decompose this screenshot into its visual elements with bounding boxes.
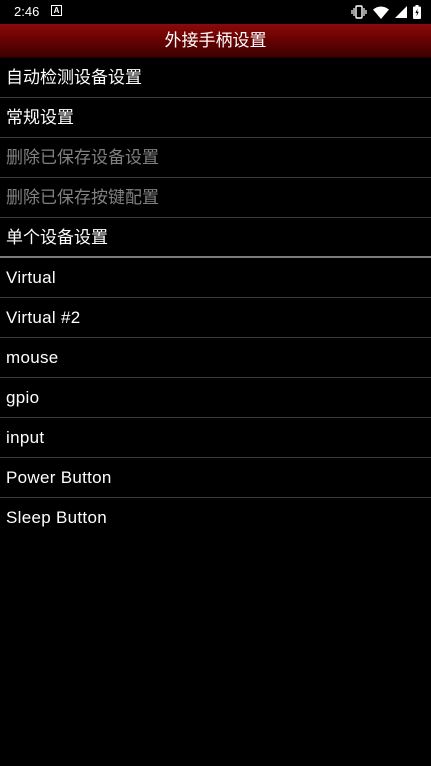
signal-icon	[395, 6, 407, 18]
settings-list: 自动检测设备设置 常规设置 删除已保存设备设置 删除已保存按键配置 单个设备设置…	[0, 58, 431, 538]
list-item-label: mouse	[6, 348, 59, 367]
page-title: 外接手柄设置	[164, 31, 267, 51]
list-item-label: 删除已保存设备设置	[6, 148, 159, 168]
device-item-mouse[interactable]: mouse	[0, 338, 431, 378]
list-item-label: 常规设置	[6, 108, 74, 128]
list-item-label: Virtual	[6, 268, 56, 287]
device-item-virtual[interactable]: Virtual	[0, 258, 431, 298]
list-item-label: Power Button	[6, 468, 112, 487]
list-item-label: 删除已保存按键配置	[6, 188, 159, 208]
delete-saved-device-settings-item: 删除已保存设备设置	[0, 138, 431, 178]
device-item-gpio[interactable]: gpio	[0, 378, 431, 418]
section-header-label: 单个设备设置	[6, 228, 108, 248]
vibrate-icon	[351, 5, 367, 19]
device-item-input[interactable]: input	[0, 418, 431, 458]
delete-saved-key-config-item: 删除已保存按键配置	[0, 178, 431, 218]
list-item-label: Virtual #2	[6, 308, 81, 327]
device-item-power-button[interactable]: Power Button	[0, 458, 431, 498]
list-item-label: 自动检测设备设置	[6, 68, 142, 88]
device-item-virtual-2[interactable]: Virtual #2	[0, 298, 431, 338]
list-item-label: gpio	[6, 388, 40, 407]
status-time: 2:46	[14, 4, 40, 19]
status-bar: 2:46 A	[0, 0, 431, 24]
battery-icon	[413, 5, 421, 19]
general-settings-item[interactable]: 常规设置	[0, 98, 431, 138]
status-icons	[351, 4, 421, 20]
auto-detect-settings-item[interactable]: 自动检测设备设置	[0, 58, 431, 98]
wifi-icon	[373, 6, 389, 19]
device-item-sleep-button[interactable]: Sleep Button	[0, 498, 431, 538]
single-device-settings-header: 单个设备设置	[0, 218, 431, 258]
list-item-label: input	[6, 428, 45, 447]
list-item-label: Sleep Button	[6, 508, 107, 527]
notification-icon: A	[51, 5, 62, 16]
title-bar: 外接手柄设置	[0, 24, 431, 58]
